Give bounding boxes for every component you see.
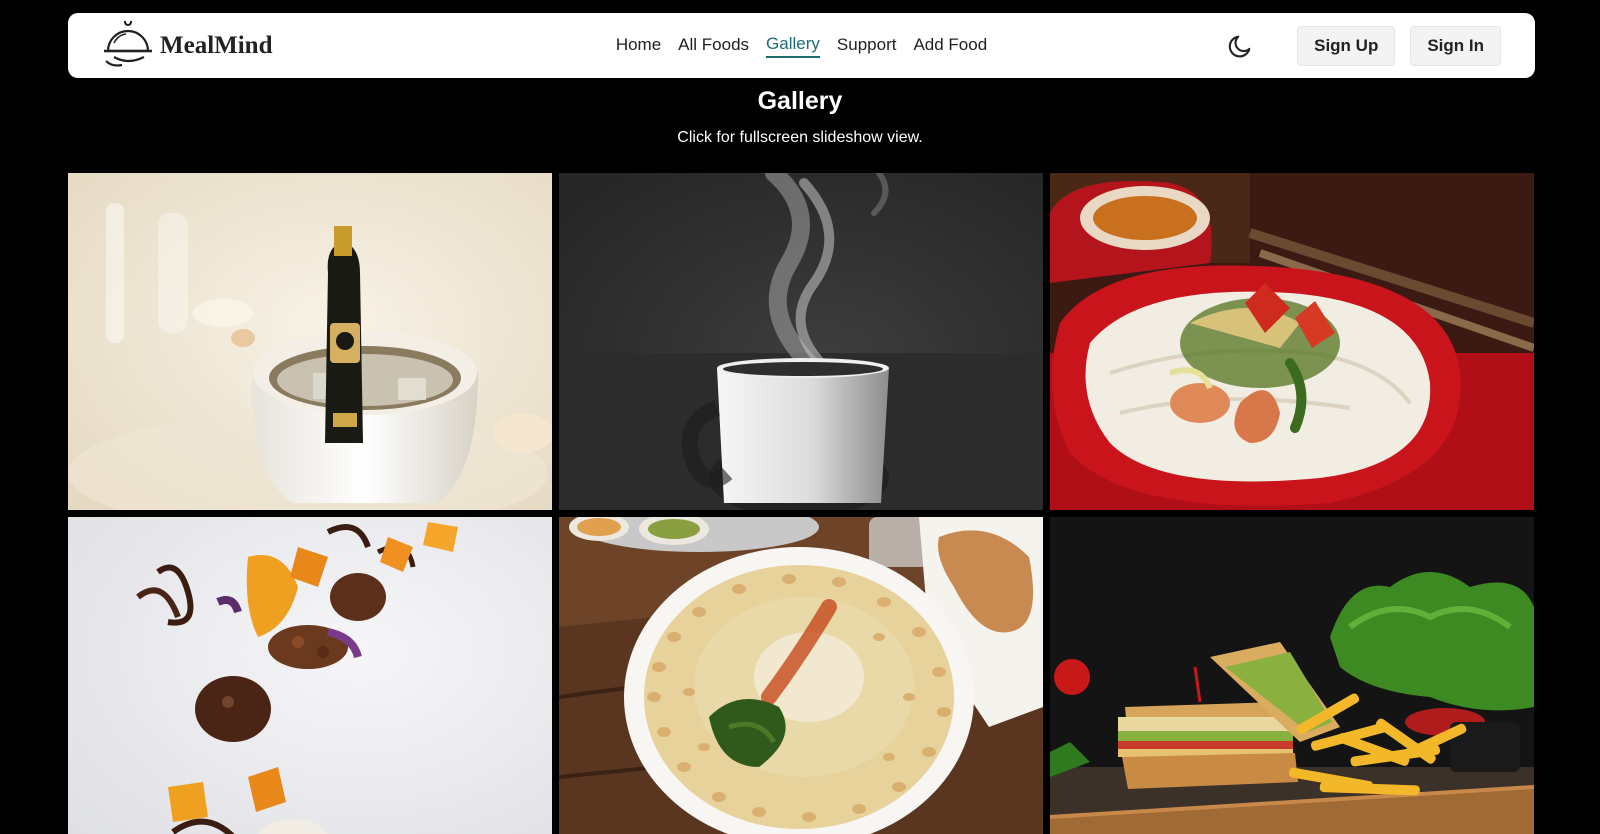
sign-in-button[interactable]: Sign In <box>1410 25 1501 66</box>
hummus-image <box>559 517 1043 834</box>
gallery-image-shrimp-noodles[interactable] <box>1050 173 1534 510</box>
navbar: MealMind Home All Foods Gallery Support … <box>68 13 1535 78</box>
nav-link-support[interactable]: Support <box>837 35 897 57</box>
nav-link-home[interactable]: Home <box>616 35 661 57</box>
gallery-image-hummus[interactable] <box>559 517 1043 834</box>
moon-icon <box>1228 35 1251 57</box>
page-title: Gallery <box>757 87 843 115</box>
gallery-grid <box>68 173 1535 834</box>
gallery-image-dessert[interactable] <box>68 517 552 834</box>
theme-toggle-button[interactable] <box>1220 26 1260 66</box>
brand-name: MealMind <box>160 31 273 59</box>
nav-link-all-foods[interactable]: All Foods <box>678 35 749 57</box>
shrimp-noodles-image <box>1050 173 1534 510</box>
coffee-mug-image <box>559 173 1043 510</box>
gallery-header: Gallery Click for fullscreen slideshow v… <box>0 84 1600 148</box>
nav-link-gallery[interactable]: Gallery <box>766 34 820 58</box>
nav-link-add-food[interactable]: Add Food <box>913 35 987 57</box>
brand[interactable]: MealMind <box>100 20 273 71</box>
gallery-image-sandwich[interactable] <box>1050 517 1534 834</box>
gallery-image-coffee-mug[interactable] <box>559 173 1043 510</box>
nav-actions: Sign Up Sign In <box>1220 25 1501 66</box>
gallery-image-champagne[interactable] <box>68 173 552 510</box>
cloche-icon <box>104 20 152 67</box>
champagne-image <box>68 173 552 510</box>
sign-up-button[interactable]: Sign Up <box>1297 25 1396 66</box>
page-subtitle: Click for fullscreen slideshow view. <box>677 129 923 146</box>
dessert-image <box>68 517 552 834</box>
sandwich-image <box>1050 517 1534 834</box>
